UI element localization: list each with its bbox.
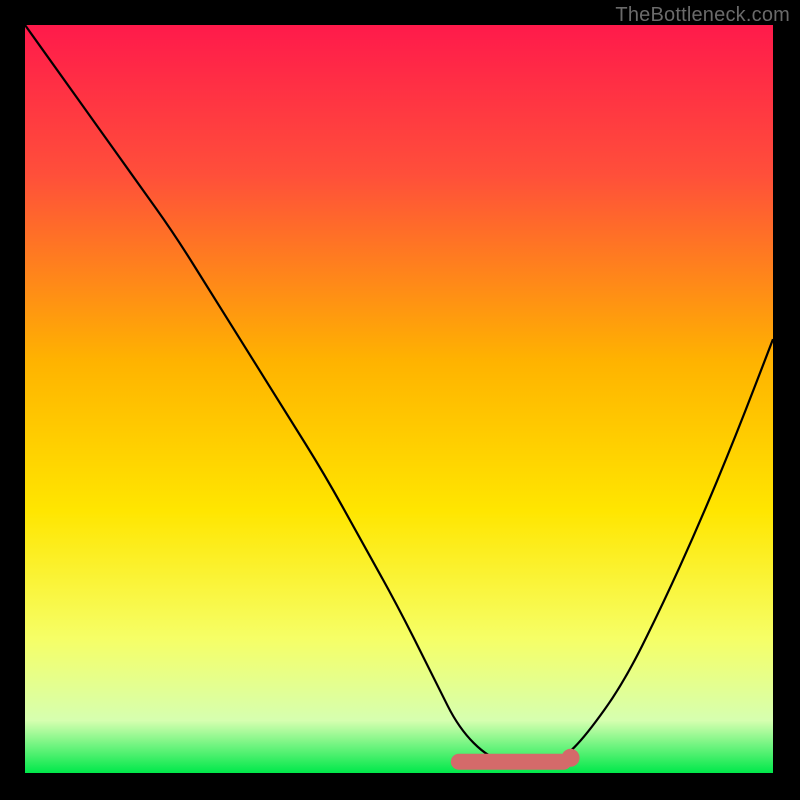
- attribution-text: TheBottleneck.com: [615, 4, 790, 27]
- bottleneck-chart: [25, 25, 773, 773]
- gradient-background: [25, 25, 773, 773]
- optimal-range-endpoint: [562, 749, 580, 767]
- plot-area: [25, 25, 773, 773]
- chart-frame: TheBottleneck.com: [0, 0, 800, 800]
